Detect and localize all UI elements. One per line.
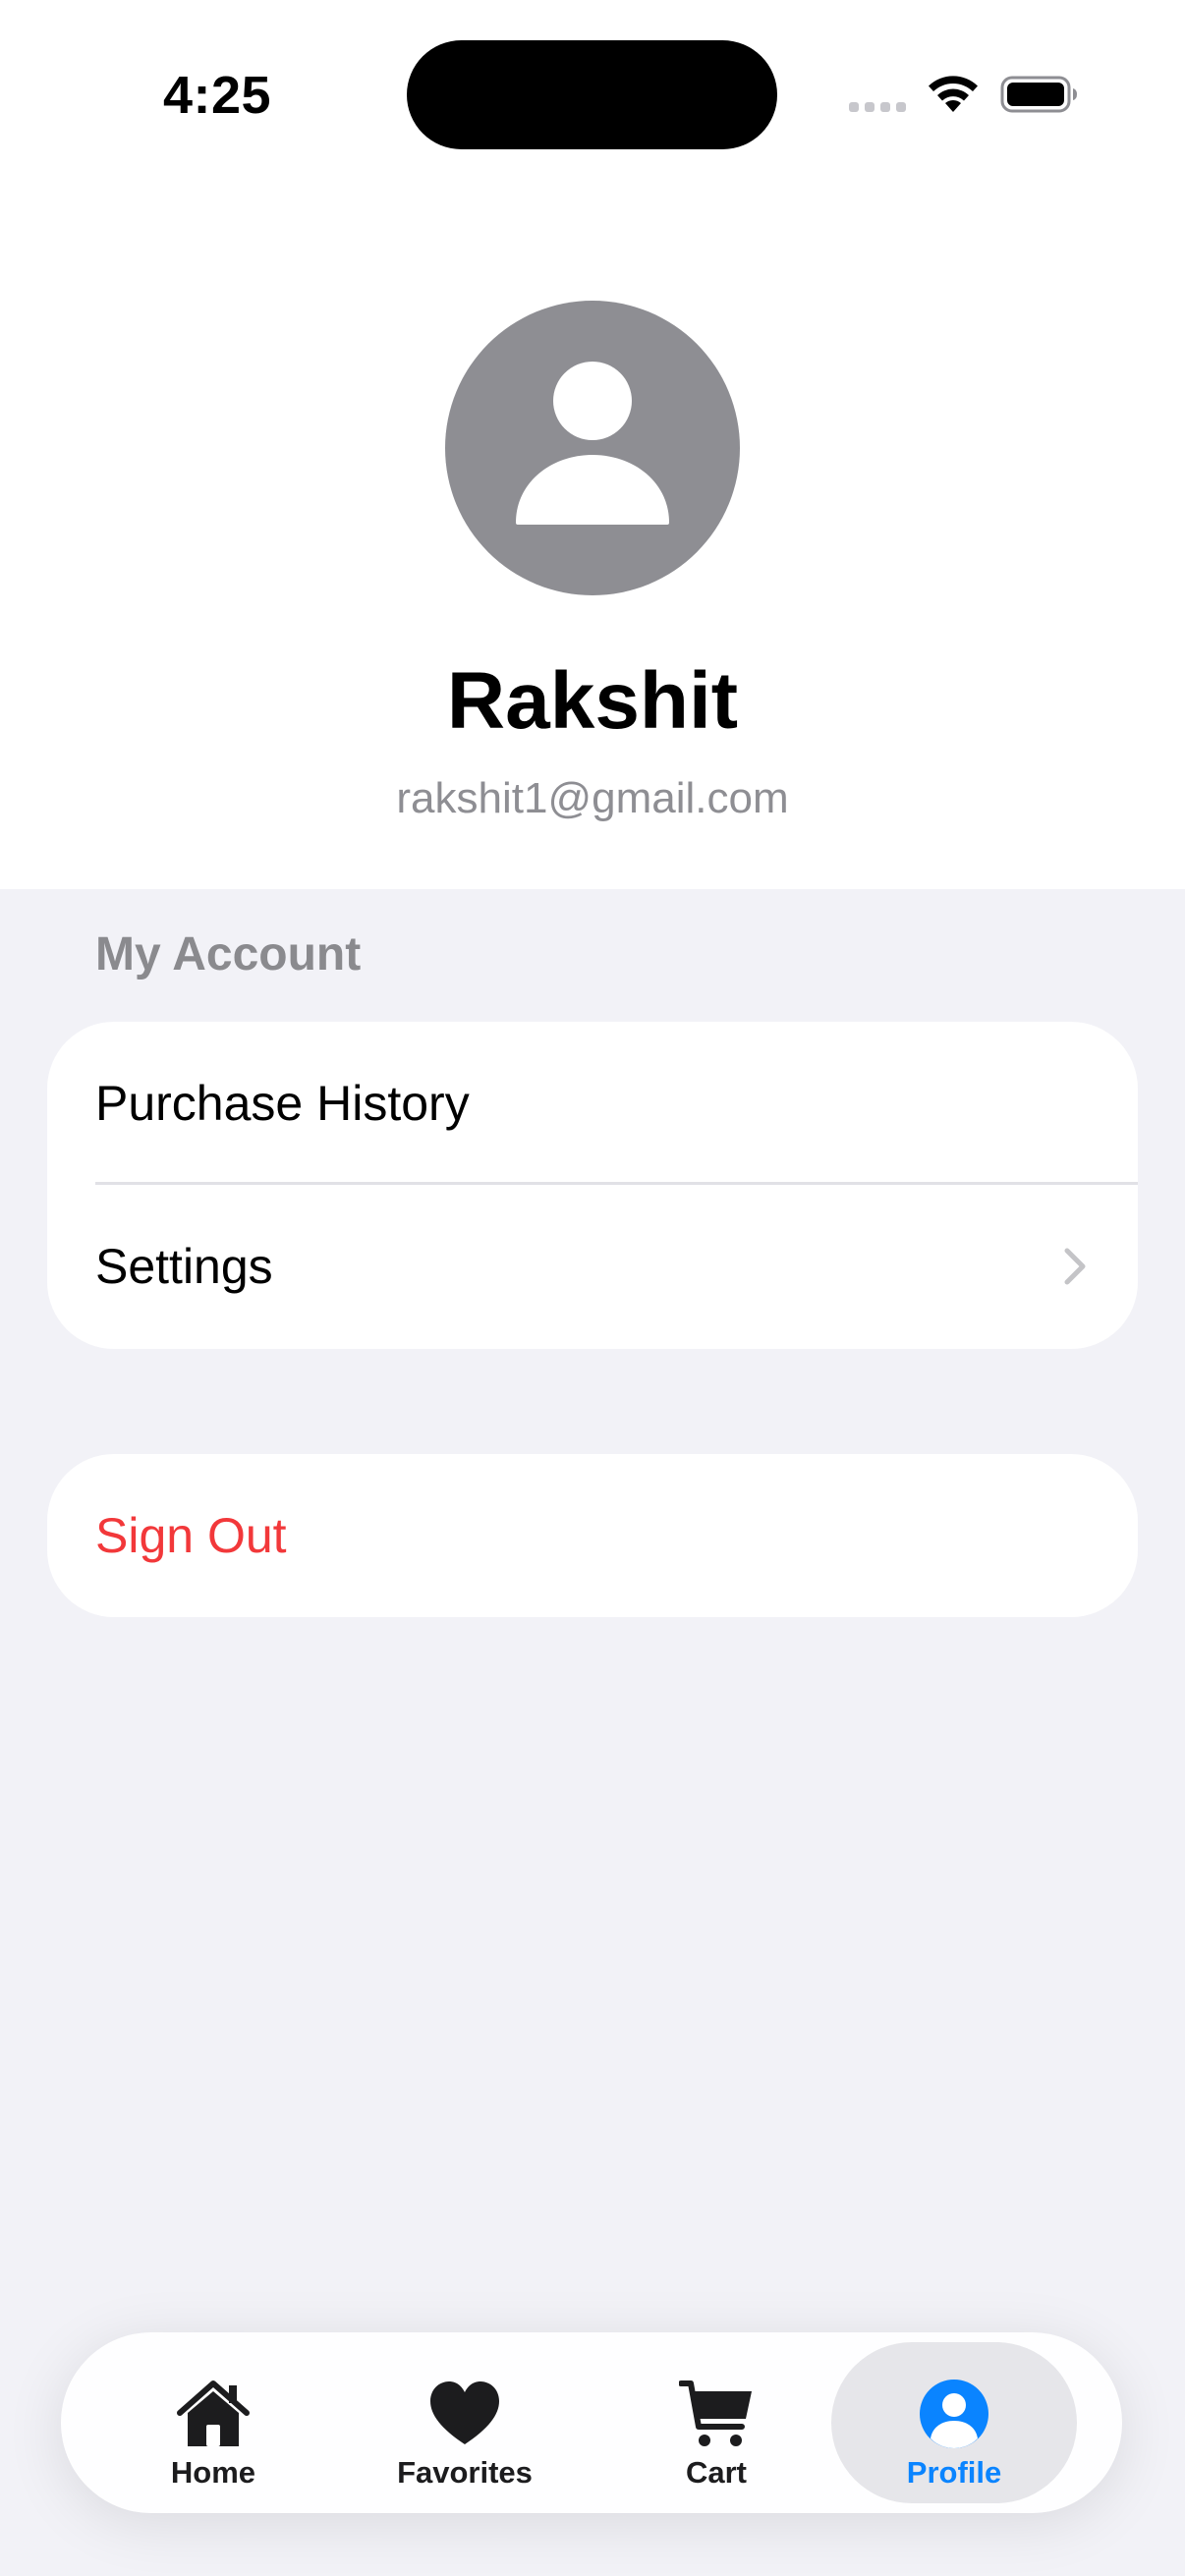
- tab-home[interactable]: Home: [90, 2342, 336, 2503]
- tab-profile[interactable]: Profile: [831, 2342, 1077, 2503]
- tab-label-profile: Profile: [906, 2455, 1002, 2490]
- tab-label-favorites: Favorites: [397, 2455, 533, 2490]
- person-circle-icon: [917, 2378, 991, 2450]
- wifi-icon: [929, 76, 978, 112]
- profile-email: rakshit1@gmail.com: [396, 774, 789, 822]
- chevron-right-icon: [1064, 1248, 1086, 1285]
- person-silhouette-icon: [516, 362, 669, 525]
- settings-label: Settings: [95, 1239, 273, 1294]
- tab-label-home: Home: [170, 2455, 256, 2490]
- account-card: Purchase History Settings: [47, 1022, 1138, 1349]
- sign-out-button[interactable]: Sign Out: [47, 1454, 1138, 1617]
- house-icon: [176, 2378, 251, 2450]
- profile-name: Rakshit: [446, 656, 739, 746]
- tab-bar: Home Favorites Cart Profile: [61, 2332, 1122, 2513]
- status-time: 4:25: [163, 66, 272, 125]
- settings-row[interactable]: Settings: [47, 1185, 1138, 1348]
- purchase-history-row[interactable]: Purchase History: [47, 1022, 1138, 1185]
- section-header-my-account: My Account: [95, 928, 362, 980]
- dynamic-island: [407, 40, 777, 149]
- cellular-signal-icon: [849, 102, 906, 112]
- purchase-history-label: Purchase History: [95, 1076, 470, 1131]
- tab-cart[interactable]: Cart: [593, 2342, 839, 2503]
- battery-icon: [1000, 76, 1077, 113]
- tab-favorites[interactable]: Favorites: [342, 2342, 588, 2503]
- heart-icon: [427, 2378, 502, 2450]
- status-icons: [845, 71, 1081, 120]
- cart-icon: [679, 2378, 754, 2450]
- sign-out-label: Sign Out: [95, 1508, 287, 1563]
- tab-label-cart: Cart: [685, 2455, 747, 2490]
- avatar: [445, 301, 740, 595]
